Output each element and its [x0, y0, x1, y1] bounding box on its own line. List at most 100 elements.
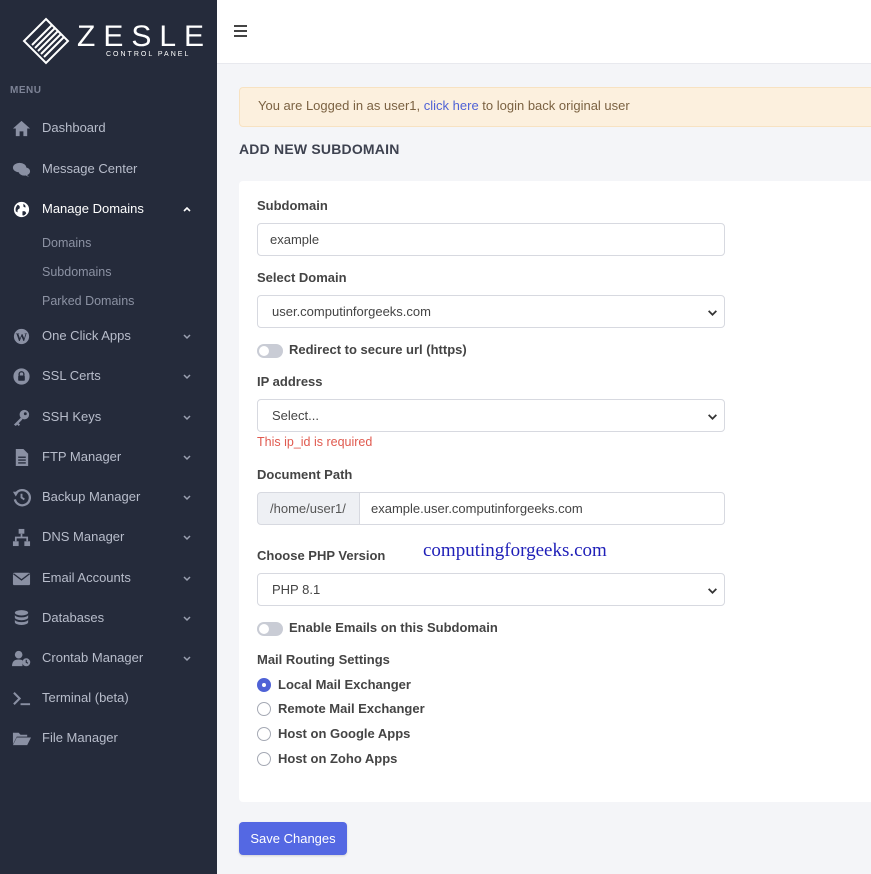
sidebar-item-file-manager[interactable]: File Manager	[0, 723, 217, 753]
radio-label: Local Mail Exchanger	[278, 677, 411, 692]
history-icon	[12, 489, 31, 507]
top-bar	[217, 0, 871, 64]
sidebar-item-ftp-manager[interactable]: FTP Manager	[0, 442, 217, 472]
sidebar: ZESLE CONTROL PANEL MENU Dashboard Messa…	[0, 0, 217, 874]
chevron-down-icon	[183, 616, 191, 622]
document-path-group: /home/user1/ example.user.computinforgee…	[257, 492, 725, 525]
radio-button[interactable]	[257, 702, 271, 716]
ip-error-message: This ip_id is required	[257, 435, 373, 449]
key-icon	[13, 409, 30, 427]
chevron-down-icon	[708, 414, 717, 420]
document-path-label: Document Path	[257, 467, 353, 482]
document-path-input[interactable]: example.user.computinforgeeks.com	[359, 492, 725, 525]
logo-mark-icon	[22, 17, 70, 65]
radio-label: Remote Mail Exchanger	[278, 701, 425, 716]
enable-emails-label: Enable Emails on this Subdomain	[289, 620, 498, 635]
globe-icon	[13, 201, 30, 218]
ip-address-label: IP address	[257, 374, 323, 389]
envelope-icon	[12, 572, 31, 586]
sidebar-subitem-parked-domains[interactable]: Parked Domains	[42, 294, 134, 308]
chevron-down-icon	[183, 535, 191, 541]
radio-label: Host on Zoho Apps	[278, 751, 398, 766]
chat-icon	[12, 162, 31, 178]
chevron-down-icon	[183, 415, 191, 421]
sidebar-item-label: Message Center	[42, 161, 138, 176]
sidebar-item-label: FTP Manager	[42, 449, 122, 464]
sidebar-item-manage-domains[interactable]: Manage Domains	[0, 194, 217, 224]
sidebar-subitem-domains[interactable]: Domains	[42, 236, 91, 250]
terminal-icon	[13, 692, 31, 706]
radio-button[interactable]	[257, 752, 271, 766]
brand-name: ZESLE	[77, 20, 213, 53]
brand-subtitle: CONTROL PANEL	[106, 51, 191, 58]
redirect-https-toggle[interactable]	[257, 344, 283, 358]
select-domain-label: Select Domain	[257, 270, 347, 285]
mail-routing-label: Mail Routing Settings	[257, 652, 390, 667]
php-version-label: Choose PHP Version	[257, 548, 386, 563]
alert-text-suffix: to login back original user	[478, 98, 630, 113]
lock-icon	[13, 368, 30, 385]
folder-open-icon	[12, 732, 31, 746]
sidebar-item-label: DNS Manager	[42, 529, 125, 544]
sidebar-item-dashboard[interactable]: Dashboard	[0, 113, 217, 143]
chevron-down-icon	[183, 374, 191, 380]
page-title: ADD NEW SUBDOMAIN	[239, 141, 400, 157]
sidebar-item-ssl-certs[interactable]: SSL Certs	[0, 361, 217, 391]
sidebar-item-message-center[interactable]: Message Center	[0, 154, 217, 184]
sidebar-item-label: Manage Domains	[42, 201, 144, 216]
php-version-select[interactable]: PHP 8.1	[257, 573, 725, 606]
file-icon	[15, 448, 29, 467]
sidebar-item-one-click-apps[interactable]: W One Click Apps	[0, 321, 217, 351]
ip-address-select[interactable]: Select...	[257, 399, 725, 432]
chevron-down-icon	[183, 495, 191, 501]
login-back-link[interactable]: click here	[424, 98, 479, 113]
home-icon	[12, 120, 31, 137]
sidebar-item-label: SSL Certs	[42, 368, 101, 383]
chevron-down-icon	[183, 455, 191, 461]
enable-emails-toggle[interactable]	[257, 622, 283, 636]
menu-toggle-icon[interactable]	[234, 25, 248, 37]
radio-button[interactable]	[257, 678, 271, 692]
domain-select[interactable]: user.computinforgeeks.com	[257, 295, 725, 328]
sidebar-item-dns-manager[interactable]: DNS Manager	[0, 522, 217, 552]
sidebar-item-label: Terminal (beta)	[42, 690, 129, 705]
chevron-up-icon	[183, 206, 191, 212]
user-clock-icon	[12, 650, 31, 667]
sidebar-item-backup-manager[interactable]: Backup Manager	[0, 482, 217, 512]
chevron-down-icon	[183, 576, 191, 582]
document-path-prefix: /home/user1/	[257, 492, 360, 525]
alert-text: You are Logged in as user1,	[258, 98, 424, 113]
sidebar-item-label: Email Accounts	[42, 570, 131, 585]
impersonation-alert: You are Logged in as user1, click here t…	[239, 87, 871, 127]
radio-button[interactable]	[257, 727, 271, 741]
sidebar-item-label: Crontab Manager	[42, 650, 144, 665]
svg-text:W: W	[16, 332, 28, 344]
wordpress-icon: W	[13, 328, 30, 345]
watermark: computingforgeeks.com	[423, 540, 607, 561]
chevron-down-icon	[183, 656, 191, 662]
sidebar-item-email-accounts[interactable]: Email Accounts	[0, 563, 217, 593]
save-changes-button[interactable]: Save Changes	[239, 822, 347, 855]
sidebar-subitem-subdomains[interactable]: Subdomains	[42, 265, 112, 279]
subdomain-input[interactable]: example	[257, 223, 725, 256]
redirect-https-label: Redirect to secure url (https)	[289, 342, 467, 357]
sidebar-item-label: Databases	[42, 610, 105, 625]
chevron-down-icon	[183, 334, 191, 340]
database-icon	[14, 610, 29, 625]
brand-logo[interactable]: ZESLE CONTROL PANEL	[22, 14, 204, 66]
sidebar-item-crontab-manager[interactable]: Crontab Manager	[0, 643, 217, 673]
subdomain-label: Subdomain	[257, 198, 328, 213]
radio-label: Host on Google Apps	[278, 726, 411, 741]
menu-title: MENU	[10, 85, 42, 96]
php-select-value: PHP 8.1	[272, 582, 321, 597]
sidebar-item-label: Dashboard	[42, 120, 106, 135]
ip-select-value: Select...	[272, 408, 319, 423]
sidebar-item-label: Backup Manager	[42, 489, 141, 504]
sidebar-item-label: File Manager	[42, 730, 118, 745]
sidebar-item-databases[interactable]: Databases	[0, 603, 217, 633]
sidebar-item-label: SSH Keys	[42, 409, 102, 424]
sidebar-item-terminal[interactable]: Terminal (beta)	[0, 683, 217, 713]
sidebar-item-ssh-keys[interactable]: SSH Keys	[0, 402, 217, 432]
network-icon	[12, 528, 31, 547]
sidebar-item-label: One Click Apps	[42, 328, 131, 343]
